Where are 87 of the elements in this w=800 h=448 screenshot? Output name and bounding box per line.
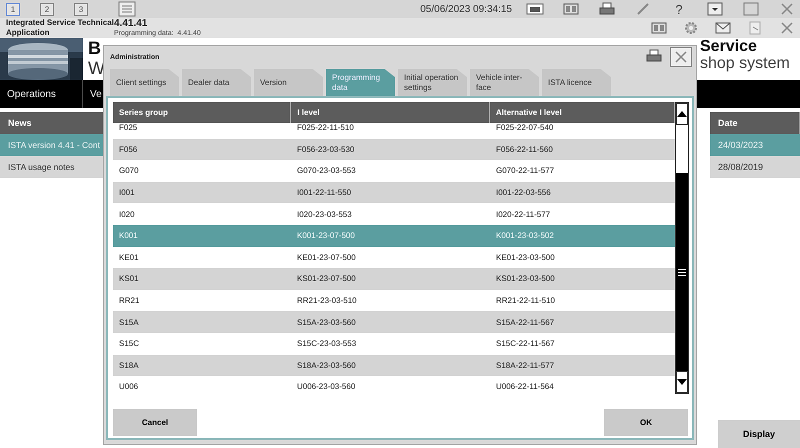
display-button[interactable]: Display <box>718 420 800 448</box>
table-row[interactable]: U006 U006-23-03-560 U006-22-11-564 <box>113 376 675 394</box>
table-cell-text: S18A-23-03-560 <box>296 360 357 372</box>
table-cell-text: I001 <box>118 187 136 200</box>
scroll-down-button[interactable] <box>676 371 688 393</box>
table-cell-text: KS01-23-07-500 <box>296 273 357 286</box>
table-cell-text: F056-22-11-560 <box>495 144 554 156</box>
table-cell-text: K001-23-03-502 <box>495 230 555 242</box>
table-cell-text: I020-23-03-553 <box>296 208 353 221</box>
version-number: 4.41.41 <box>114 18 148 28</box>
table-cell-text: S18A <box>118 360 140 372</box>
column-header: Date <box>710 112 800 134</box>
screen-tab[interactable]: 1 <box>6 2 20 16</box>
table-cell-text: F025-22-07-540 <box>495 123 554 134</box>
table-row[interactable]: I020 I020-23-03-553 I020-22-11-577 <box>113 203 675 225</box>
close-icon[interactable] <box>674 50 688 64</box>
table-cell-text: I001-22-11-550 <box>296 187 352 200</box>
up-arrow-icon[interactable] <box>677 111 687 117</box>
table-cell-text: G070-23-03-553 <box>296 165 357 178</box>
scroll-up-button[interactable] <box>676 103 688 125</box>
table-cell-text: F056 <box>118 144 138 156</box>
close-button[interactable] <box>670 47 692 67</box>
table-cell-text: KS01 <box>118 273 140 286</box>
settings-tab[interactable]: Dealer data <box>182 69 251 96</box>
table-cell-text: S15C-22-11-567 <box>495 338 556 350</box>
table-row[interactable]: S18A S18A-23-03-560 S18A-22-11-577 <box>113 354 675 376</box>
table-cell-text: KE01-23-07-500 <box>296 252 357 264</box>
table-row[interactable]: KE01 KE01-23-07-500 KE01-23-03-500 <box>113 246 675 268</box>
table-row[interactable]: S15A S15A-23-03-560 S15A-22-11-567 <box>113 311 675 333</box>
table-cell-text: S15A <box>118 316 140 329</box>
down-arrow-icon[interactable] <box>677 379 687 385</box>
settings-tab[interactable]: Version <box>254 69 323 96</box>
screen-tab[interactable]: 2 <box>40 2 54 16</box>
table-cell-text: F025-22-11-510 <box>296 123 355 134</box>
scroll-thumb[interactable] <box>676 173 688 371</box>
news-date: 28/08/2019 <box>710 156 800 178</box>
table-row[interactable]: RR21 RR21-23-03-510 RR21-22-11-510 <box>113 290 675 312</box>
table-cell-text: S18A-22-11-577 <box>495 360 556 372</box>
table-row[interactable]: I001 I001-22-11-550 I001-22-03-556 <box>113 182 675 204</box>
table-cell-text: S15C-23-03-553 <box>296 338 358 350</box>
table-row[interactable]: S15C S15C-23-03-553 S15C-22-11-567 <box>113 332 675 355</box>
settings-tab[interactable]: Initial operation settings <box>398 69 467 96</box>
table-row[interactable]: F056 F056-23-03-530 F056-22-11-560 <box>113 138 675 160</box>
product-title: Service <box>700 38 758 55</box>
table-cell-text: RR21-22-11-510 <box>495 295 556 308</box>
settings-tab[interactable]: ISTA licence <box>542 69 611 96</box>
brand-text: B <box>88 38 102 58</box>
table-cell-text: RR21 <box>118 295 140 308</box>
column-header: Series group <box>113 102 292 123</box>
table-cell-text: I020 <box>118 208 136 221</box>
table-row[interactable]: F025 F025-22-11-510 F025-22-07-540 <box>113 123 675 139</box>
settings-tab[interactable]: Client settings <box>110 69 179 96</box>
table-cell-text: I020-22-11-577 <box>495 208 552 221</box>
table-cell-text: G070 <box>118 165 140 178</box>
table-cell-text: U006-23-03-560 <box>296 381 356 394</box>
table-cell-text: K001-23-07-500 <box>296 230 356 242</box>
screen-tab[interactable]: 3 <box>74 2 88 16</box>
table-row[interactable]: G070 G070-23-03-553 G070-22-11-577 <box>113 160 675 182</box>
table-cell-text: S15A-23-03-560 <box>296 316 357 329</box>
table-cell-text: S15C <box>118 338 140 350</box>
dialog-button[interactable]: OK <box>604 409 688 436</box>
table-cell-text: I001-22-03-556 <box>495 187 552 200</box>
table-cell-text: U006 <box>118 381 140 394</box>
table-cell-text: KE01-23-03-500 <box>495 252 556 264</box>
date-time: 05/06/2023 09:34:15 <box>420 4 512 14</box>
product-subtitle: shop system <box>700 55 791 72</box>
news-item[interactable]: ISTA usage notes <box>0 156 105 178</box>
column-header: News <box>0 112 105 134</box>
printer-icon <box>646 49 662 63</box>
column-header: Alternative I level <box>490 102 675 123</box>
table-cell-text: U006-22-11-564 <box>495 381 555 394</box>
column-header: I level <box>291 102 490 123</box>
settings-tab[interactable]: Vehicle inter-face <box>470 69 539 96</box>
table-row[interactable]: KS01 KS01-23-07-500 KS01-23-03-500 <box>113 268 675 290</box>
table-cell-text: RR21-23-03-510 <box>296 295 358 308</box>
dialog-button[interactable]: Cancel <box>113 409 197 436</box>
news-date: 24/03/2023 <box>710 134 800 156</box>
table-cell-text: KS01-23-03-500 <box>495 273 556 286</box>
table-cell-text: G070-22-11-577 <box>495 165 556 178</box>
table-cell-text: K001 <box>118 230 139 242</box>
app-title: Integrated Service Technical Application <box>6 18 114 38</box>
table-cell-text: KE01 <box>118 252 140 264</box>
help-button[interactable]: ? <box>666 2 692 16</box>
table-cell-text: F025 <box>118 123 138 134</box>
table-cell-text: F056-23-03-530 <box>296 144 356 156</box>
table-cell-text: S15A-22-11-567 <box>495 316 556 329</box>
grip-icon[interactable] <box>678 268 686 276</box>
